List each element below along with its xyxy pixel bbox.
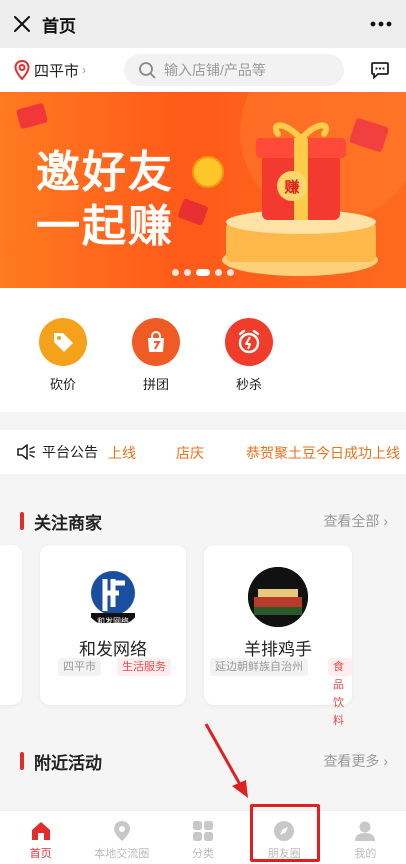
tab-moments[interactable]: 朋友圈 [244,811,325,864]
merchant-name: 羊排鸡手 [244,640,312,659]
tab-category[interactable]: 分类 [162,811,243,864]
merchant-category: 食品饮料 [328,658,352,727]
view-all-link[interactable]: 查看全部 › [323,511,388,531]
message-icon[interactable] [370,60,390,85]
page-title: 首页 [42,16,76,36]
merchant-logo [248,567,308,627]
alarm-clock-icon [225,318,273,366]
carousel-indicator[interactable] [0,269,406,276]
app-page: 首页 四平市 › 输入店铺/产品等 邀好友 一起赚 赚 砍价 拼团 秒杀 平台公… [0,0,406,864]
tab-home[interactable]: 首页 [0,811,81,864]
merchant-card[interactable]: 羊排鸡手 延边朝鲜族自治州 食品饮料 [204,545,352,727]
section-accent-bar [20,512,24,530]
tab-label: 本地交流圈 [94,848,150,860]
merchant-region: 延边朝鲜族自治州 [210,658,308,676]
grid-icon [162,819,243,843]
tab-local-circle[interactable]: 本地交流圈 [81,811,162,864]
tab-profile[interactable]: 我的 [325,811,406,864]
carousel-dot-active[interactable] [196,269,210,276]
search-row: 四平市 › 输入店铺/产品等 [0,48,406,92]
category-label: 砍价 [49,377,76,392]
tab-label: 我的 [354,848,377,860]
location-pin-icon [14,60,30,80]
banner-headline-2: 一起赚 [36,202,174,251]
more-dots-icon[interactable] [370,0,392,48]
category-group-buy[interactable]: 拼团 [126,318,186,393]
announcement-item[interactable]: 店庆 [176,443,204,463]
view-all-label: 查看全部 [323,513,380,529]
category-bargain[interactable]: 砍价 [33,318,93,393]
city-name: 四平市 [34,62,80,80]
search-input[interactable]: 输入店铺/产品等 [124,54,344,86]
category-flash-sale[interactable]: 秒杀 [219,318,279,393]
view-more-link[interactable]: 查看更多 › [323,751,388,771]
category-shortcuts: 砍价 拼团 秒杀 [0,288,406,412]
tab-label: 分类 [192,848,214,860]
announcement-bar[interactable]: 平台公告 上线 店庆 恭贺聚土豆今日成功上线 [0,430,406,474]
follow-section-header: 关注商家 查看全部 › [0,503,406,539]
compass-icon [244,819,325,843]
merchant-logo-text: 和发网络 [97,617,129,626]
search-icon [139,62,156,79]
bottom-tab-bar: 首页 本地交流圈 分类 朋友圈 我的 [0,810,406,864]
announcement-item[interactable]: 上线 [108,443,136,463]
carousel-dot[interactable] [184,269,191,276]
section-accent-bar [20,752,24,770]
merchant-category: 生活服务 [117,658,171,676]
shopping-bag-icon [132,318,180,366]
merchant-card[interactable]: 和发网络 和发网络 四平市 生活服务 [40,545,186,705]
chevron-right-icon: › [82,63,87,77]
user-icon [325,819,406,843]
tab-label: 首页 [29,848,52,860]
gift-tag: 赚 [284,179,300,196]
promo-banner[interactable]: 邀好友 一起赚 赚 [0,92,406,288]
merchant-name: 和发网络 [79,640,147,659]
carousel-dot[interactable] [215,269,222,276]
home-icon [0,819,81,843]
tab-label: 朋友圈 [267,848,301,860]
section-title: 关注商家 [34,513,102,533]
carousel-dot[interactable] [172,269,179,276]
announcement-title: 平台公告 [42,444,98,460]
search-placeholder: 输入店铺/产品等 [164,62,266,78]
merchant-region: 四平市 [58,658,101,676]
price-tag-icon [39,318,87,366]
merchant-card-partial[interactable] [0,545,22,705]
announcement-item[interactable]: 恭贺聚土豆今日成功上线 [246,443,400,463]
close-icon[interactable] [2,0,42,48]
section-title: 附近活动 [34,753,102,773]
title-bar: 首页 [0,0,406,48]
category-label: 秒杀 [235,377,262,392]
speaker-icon [17,444,36,460]
nearby-section-header: 附近活动 查看更多 › [0,743,406,779]
location-icon [81,819,162,843]
carousel-dot[interactable] [227,269,234,276]
location-selector[interactable]: 四平市 › [14,60,114,81]
view-more-label: 查看更多 [323,753,380,769]
category-label: 拼团 [142,377,169,392]
